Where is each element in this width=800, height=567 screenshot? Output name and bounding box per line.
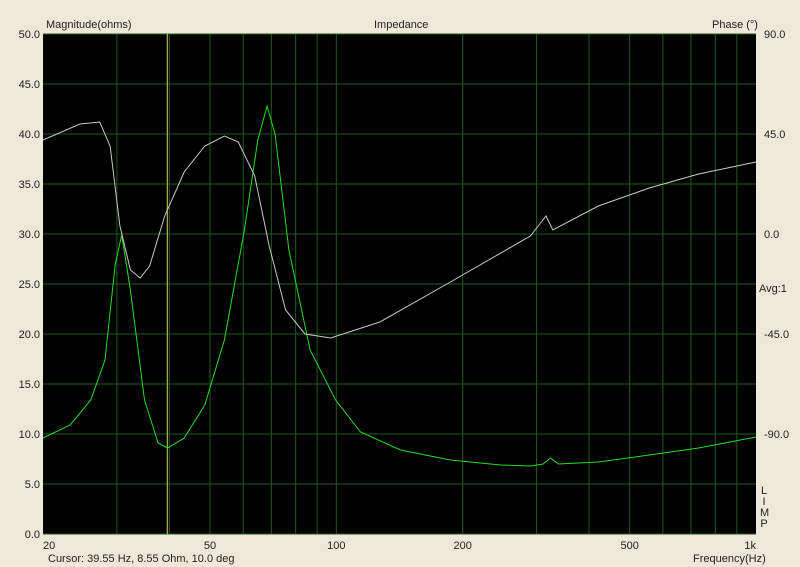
y-tick-label: 10.0 bbox=[19, 429, 40, 441]
x-tick-label: 20 bbox=[43, 540, 55, 552]
y2-axis-label: Phase (°) bbox=[712, 19, 758, 31]
y2-tick-label: -90.0 bbox=[764, 429, 789, 441]
y2-tick-label: -45.0 bbox=[764, 329, 789, 341]
cursor-readout: Cursor: 39.55 Hz, 8.55 Ohm, 10.0 deg bbox=[48, 553, 235, 565]
y-tick-label: 30.0 bbox=[19, 229, 40, 241]
y2-tick-label: 45.0 bbox=[764, 129, 785, 141]
y-axis-label: Magnitude(ohms) bbox=[46, 19, 132, 31]
y-tick-label: 50.0 bbox=[19, 29, 40, 41]
y-tick-label: 20.0 bbox=[19, 329, 40, 341]
x-tick-label: 200 bbox=[453, 540, 471, 552]
y-tick-label: 45.0 bbox=[19, 79, 40, 91]
x-tick-label: 1k bbox=[744, 540, 756, 552]
x-tick-label: 100 bbox=[327, 540, 345, 552]
y2-tick-label: 0.0 bbox=[764, 229, 779, 241]
y2-tick-label: 90.0 bbox=[764, 29, 785, 41]
impedance-chart[interactable]: 50.0 45.0 40.0 35.0 30.0 25.0 20.0 15.0 10.0 5.0 0… bbox=[0, 0, 800, 567]
x-tick-label: 500 bbox=[620, 540, 638, 552]
limp-logo: L I M P bbox=[760, 486, 769, 530]
y-tick-label: 15.0 bbox=[19, 379, 40, 391]
avg-label: Avg:1 bbox=[759, 283, 787, 295]
y-tick-label: 40.0 bbox=[19, 129, 40, 141]
y-tick-label: 0.0 bbox=[25, 529, 40, 541]
x-axis-label: Frequency(Hz) bbox=[693, 553, 766, 565]
chart-title: Impedance bbox=[374, 19, 429, 31]
x-tick-label: 50 bbox=[204, 540, 216, 552]
y-tick-label: 5.0 bbox=[25, 479, 40, 491]
logo-letter: P bbox=[760, 518, 768, 530]
y-tick-label: 25.0 bbox=[19, 279, 40, 291]
y-tick-label: 35.0 bbox=[19, 179, 40, 191]
